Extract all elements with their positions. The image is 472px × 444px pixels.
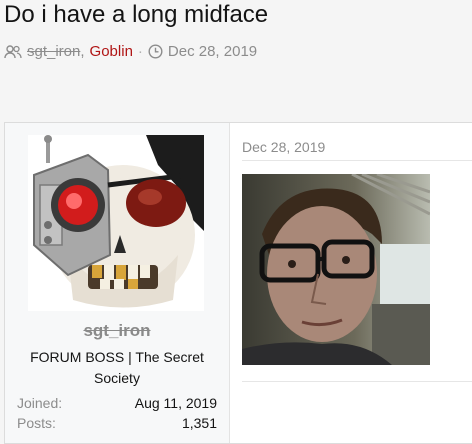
meta-separator: · <box>137 43 143 60</box>
user-cell: sgt_iron FORUM BOSS | The Secret Society… <box>5 123 230 443</box>
post: sgt_iron FORUM BOSS | The Secret Society… <box>4 122 472 444</box>
post-footer-rule <box>242 381 472 382</box>
post-date[interactable]: Dec 28, 2019 <box>242 139 325 155</box>
post-image[interactable] <box>242 174 430 365</box>
participant-link[interactable]: Goblin <box>90 43 133 60</box>
stat-value: 1,351 <box>181 415 217 431</box>
stat-label: Posts: <box>17 415 56 431</box>
thread-title: Do i have a long midface <box>4 1 269 28</box>
thread-starter-link[interactable]: sgt_iron <box>27 43 80 60</box>
post-username[interactable]: sgt_iron <box>5 321 229 341</box>
users-icon <box>4 44 22 59</box>
avatar[interactable] <box>28 135 204 311</box>
stat-posts: Posts: 1,351 <box>17 415 217 431</box>
user-title: FORUM BOSS | The Secret Society <box>30 349 204 386</box>
stat-joined: Joined: Aug 11, 2019 <box>17 395 217 411</box>
clock-icon <box>148 44 163 59</box>
stat-value: Aug 11, 2019 <box>134 395 217 411</box>
meta-comma: , <box>80 43 85 60</box>
message-cell: Dec 28, 2019 <box>230 123 472 443</box>
stat-label: Joined: <box>17 395 63 411</box>
thread-meta: sgt_iron, Goblin · Dec 28, 2019 <box>4 43 257 60</box>
divider <box>242 160 472 161</box>
thread-date[interactable]: Dec 28, 2019 <box>168 43 257 60</box>
